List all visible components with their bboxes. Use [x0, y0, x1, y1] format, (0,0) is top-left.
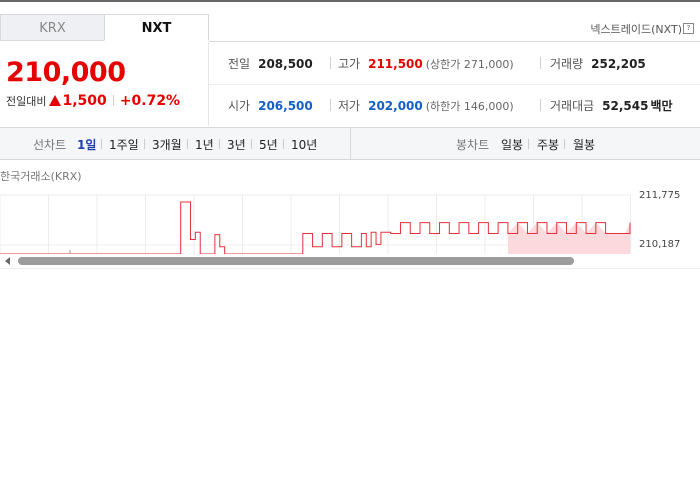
chevron-left-icon[interactable] [5, 257, 10, 265]
period-divider [564, 139, 565, 149]
change-amount: 1,500 [62, 93, 107, 109]
upper-limit: (상한가 271,000) [425, 58, 514, 71]
stat-label: 거래대금 [550, 99, 595, 113]
period-1y[interactable]: 1년 [195, 136, 214, 153]
stat-low: 저가 202,000 (하한가 146,000) [338, 97, 514, 114]
stat-label: 거래량 [550, 57, 584, 71]
stat-divider [330, 57, 331, 69]
stat-prev-close: 전일 208,500 [228, 55, 313, 72]
stat-value: 208,500 [258, 57, 313, 71]
period-1w[interactable]: 1주일 [109, 136, 139, 153]
candle-chart-label: 봉차트 [456, 138, 490, 152]
tabs-underline [209, 41, 700, 42]
help-icon[interactable]: ? [683, 23, 694, 34]
y-tick-label-top: 211,775 [639, 190, 681, 201]
candle-weekly[interactable]: 주봉 [537, 136, 559, 153]
stat-label: 고가 [338, 57, 361, 71]
period-divider [283, 139, 284, 149]
stats-row-divider [209, 84, 700, 85]
scrollbar-thumb[interactable] [18, 257, 574, 265]
toolbar-divider [350, 128, 351, 159]
candle-monthly[interactable]: 월봉 [573, 136, 595, 153]
current-price: 210,000 [6, 57, 126, 88]
stat-value: 52,545 [602, 99, 649, 113]
period-divider [219, 139, 220, 149]
stat-label: 시가 [228, 99, 251, 113]
tab-krx[interactable]: KRX [0, 14, 105, 41]
price-area [507, 222, 630, 254]
top-border [0, 0, 700, 2]
price-chart [0, 194, 631, 254]
period-1d[interactable]: 1일 [77, 136, 96, 153]
stat-divider [540, 57, 541, 69]
period-divider [187, 139, 188, 149]
stat-value: 202,000 [368, 99, 423, 113]
chart-title: 한국거래소(KRX) [0, 170, 82, 183]
stat-divider [540, 99, 541, 111]
up-triangle-icon [49, 95, 62, 106]
price-change: 전일대비 1,500 +0.72% [6, 93, 180, 109]
stat-value: 211,500 [368, 57, 423, 71]
lower-limit: (하한가 146,000) [425, 100, 514, 113]
stat-volume: 거래량 252,205 [550, 55, 646, 72]
period-divider [528, 139, 529, 149]
period-3m[interactable]: 3개월 [152, 136, 182, 153]
period-5y[interactable]: 5년 [259, 136, 278, 153]
market-tabs: KRX NXT [0, 14, 209, 42]
stat-value: 252,205 [591, 57, 646, 71]
change-percent: +0.72% [119, 93, 181, 109]
stat-divider [330, 99, 331, 111]
stat-value: 206,500 [258, 99, 313, 113]
period-divider [251, 139, 252, 149]
period-divider [101, 139, 102, 149]
period-divider [144, 139, 145, 149]
tab-nxt[interactable]: NXT [104, 14, 209, 41]
period-3y[interactable]: 3년 [227, 136, 246, 153]
period-10y[interactable]: 10년 [291, 136, 317, 153]
stat-open: 시가 206,500 [228, 97, 313, 114]
chart-period-toolbar: 선차트 1일 1주일 3개월 1년 3년 5년 10년 봉차트 일봉 주봉 월봉 [0, 127, 700, 160]
candle-daily[interactable]: 일봉 [501, 136, 523, 153]
change-label: 전일대비 [6, 95, 47, 108]
stat-unit: 백만 [650, 99, 673, 113]
stat-label: 저가 [338, 99, 361, 113]
market-info-label: 넥스트레이드(NXT) [590, 23, 682, 36]
line-chart-label: 선차트 [33, 138, 67, 152]
stat-high: 고가 211,500 (상한가 271,000) [338, 55, 514, 72]
stat-label: 전일 [228, 57, 251, 71]
y-tick-label-bottom: 210,187 [639, 239, 681, 250]
change-divider [112, 95, 114, 106]
stat-turnover: 거래대금 52,545 백만 [550, 97, 673, 114]
